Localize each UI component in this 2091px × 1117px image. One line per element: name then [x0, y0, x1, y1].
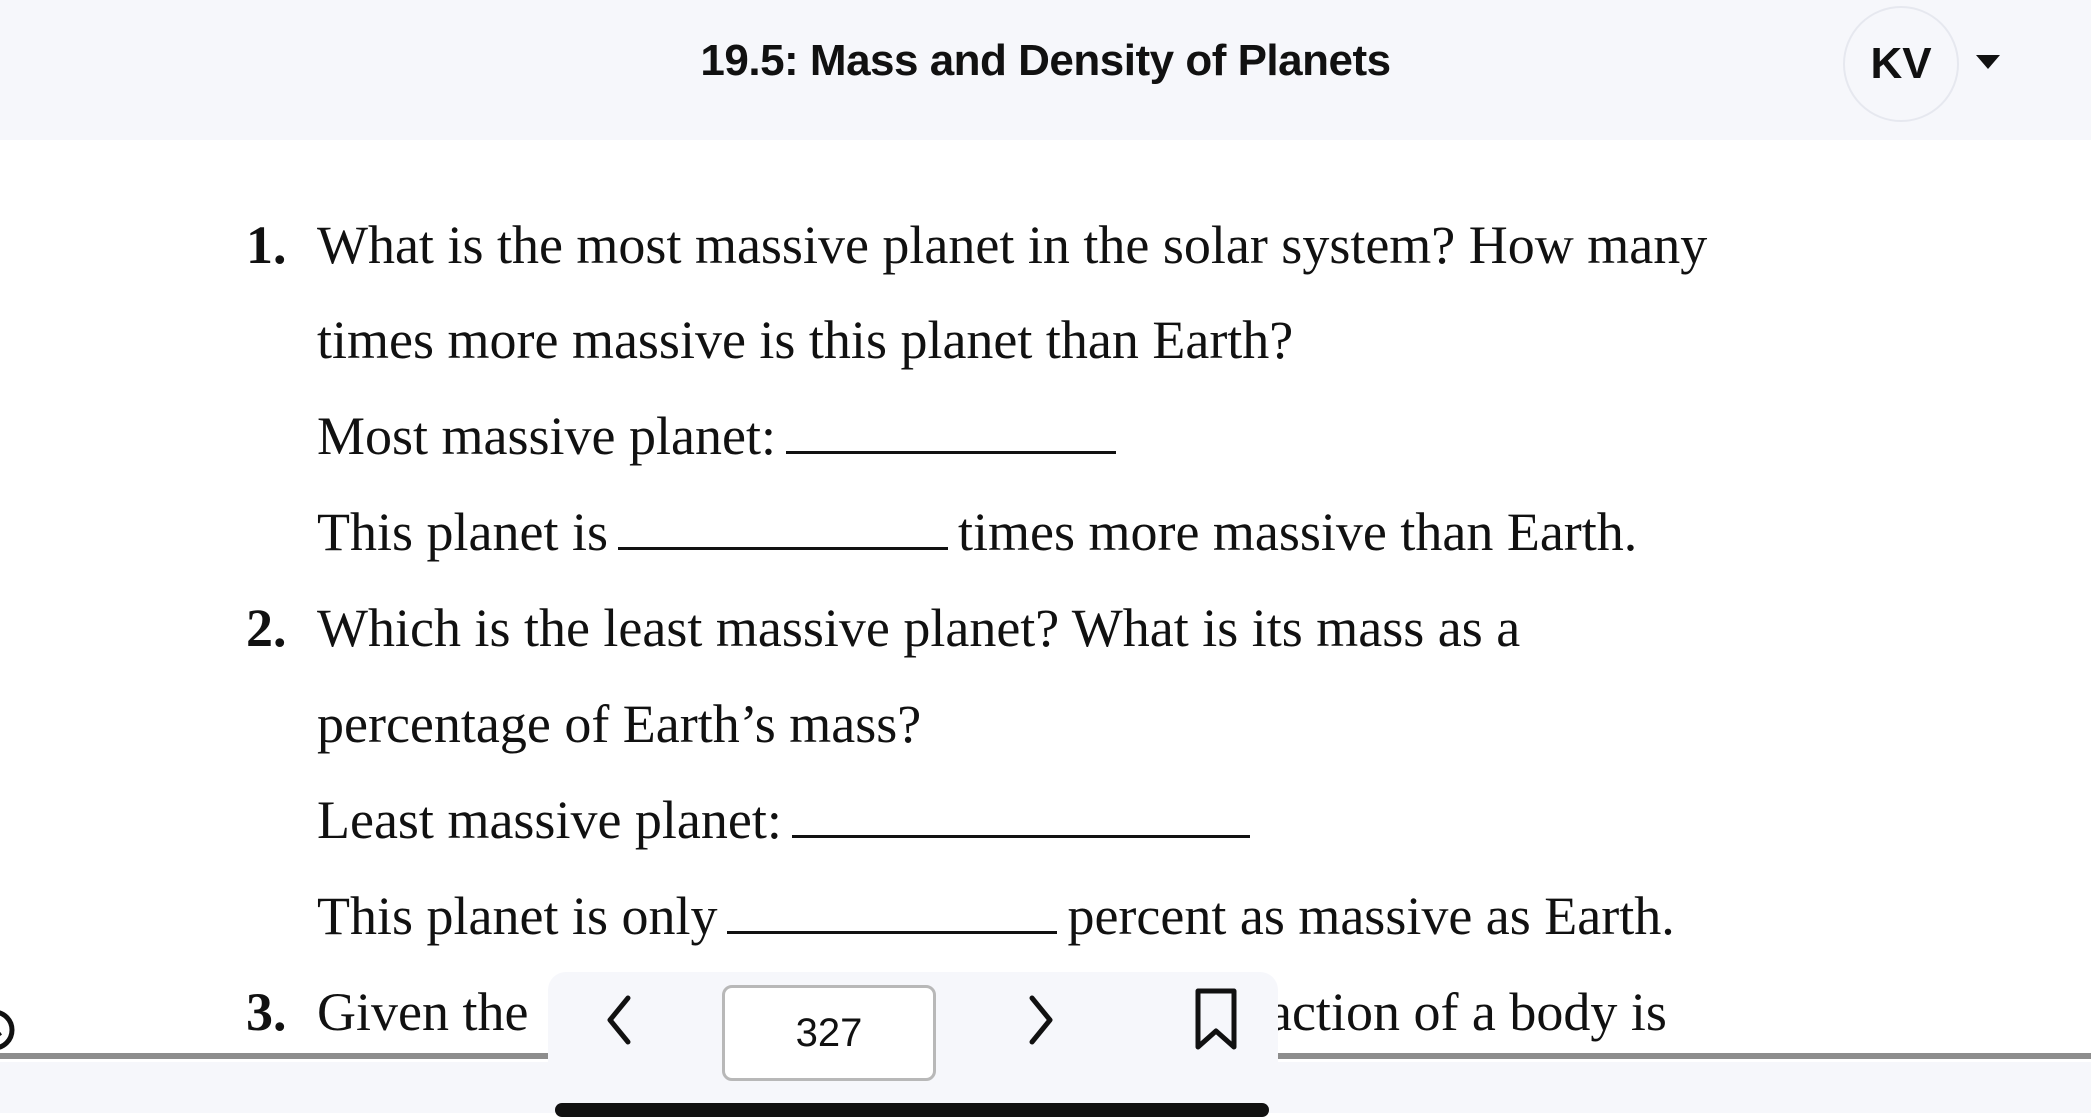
question-3-text-start: Given the	[317, 982, 529, 1042]
answer-prefix: This planet is	[317, 502, 608, 562]
question-1-answer-2: This planet is times more massive than Ea…	[317, 502, 1637, 562]
question-3-number: 3.	[246, 982, 287, 1042]
answer-blank[interactable]	[785, 407, 1116, 454]
question-1-number: 1.	[246, 215, 287, 275]
question-2-answer-1: Least massive planet:	[317, 790, 1260, 850]
question-1-answer-1: Most massive planet:	[317, 406, 1126, 466]
progress-track-left	[0, 1053, 548, 1059]
page-title: 19.5: Mass and Density of Planets	[700, 36, 1391, 85]
chevron-left-icon[interactable]	[590, 990, 650, 1050]
answer-blank[interactable]	[617, 503, 948, 550]
answer-suffix: percent as massive as Earth.	[1067, 886, 1675, 946]
answer-suffix: times more massive than Earth.	[957, 502, 1638, 562]
answer-blank[interactable]	[727, 887, 1058, 934]
answer-label: Most massive planet:	[317, 406, 776, 466]
bookmark-icon[interactable]	[1186, 988, 1246, 1050]
question-1-text-line2: times more massive is this planet than E…	[317, 310, 1294, 370]
answer-label: Least massive planet:	[317, 790, 782, 850]
home-indicator	[555, 1103, 1269, 1117]
question-3-text-end: action of a body is	[1268, 982, 1667, 1042]
question-2-number: 2.	[246, 598, 287, 658]
question-1-text-line1: What is the most massive planet in the s…	[317, 215, 1708, 275]
progress-track-right	[1278, 1053, 2091, 1059]
question-2-answer-2: This planet is only percent as massive as…	[317, 886, 1675, 946]
user-avatar-button[interactable]: KV	[1843, 6, 1959, 122]
question-2-text-line1: Which is the least massive planet? What …	[317, 598, 1521, 658]
caret-down-icon[interactable]	[1976, 55, 2000, 69]
annotation-icon[interactable]	[0, 1000, 24, 1060]
page-number-input[interactable]: 327	[722, 985, 936, 1081]
answer-prefix: This planet is only	[317, 886, 718, 946]
answer-blank[interactable]	[791, 791, 1250, 838]
chevron-right-icon[interactable]	[1010, 990, 1070, 1050]
question-2-text-line2: percentage of Earth’s mass?	[317, 694, 922, 754]
